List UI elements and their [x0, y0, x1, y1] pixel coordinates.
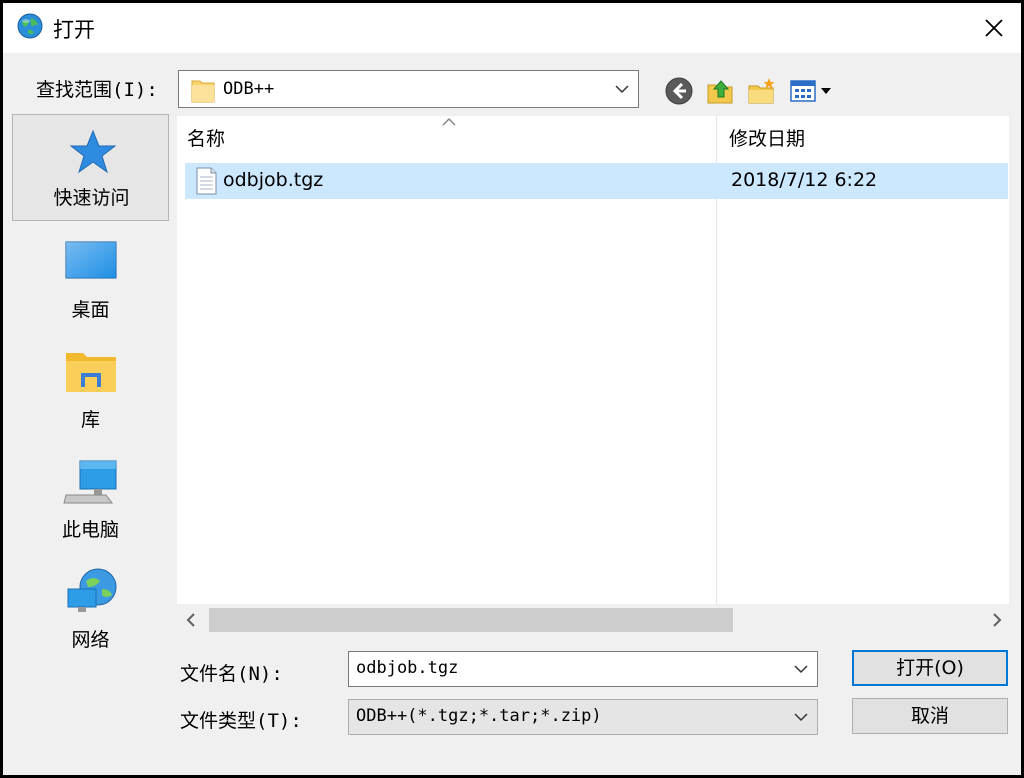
- place-label: 网络: [71, 629, 110, 651]
- file-type-select[interactable]: ODB++(*.tgz;*.tar;*.zip): [348, 699, 818, 735]
- scroll-left-icon[interactable]: [185, 612, 197, 628]
- file-modified-date: 2018/7/12 6:22: [731, 169, 878, 191]
- file-row[interactable]: odbjob.tgz 2018/7/12 6:22: [185, 163, 1008, 199]
- places-bar: 快速访问 桌面 库 此电脑 网络: [12, 114, 169, 651]
- place-label: 库: [80, 409, 100, 431]
- file-name-combo[interactable]: odbjob.tgz: [348, 651, 818, 687]
- file-icon: [196, 167, 217, 195]
- place-library[interactable]: 库: [12, 341, 169, 441]
- chevron-down-icon[interactable]: [793, 663, 809, 675]
- place-label: 快速访问: [53, 187, 130, 209]
- view-menu-icon[interactable]: [789, 75, 839, 107]
- place-label: 此电脑: [61, 519, 119, 541]
- file-type-value: ODB++(*.tgz;*.tar;*.zip): [356, 706, 602, 726]
- file-type-label: 文件类型(T):: [180, 710, 302, 732]
- open-button[interactable]: 打开(O): [852, 650, 1008, 686]
- library-icon: [66, 353, 116, 392]
- folder-icon: [191, 80, 215, 103]
- place-this-pc[interactable]: 此电脑: [12, 451, 169, 551]
- sort-ascending-icon: [442, 117, 456, 126]
- file-name-label: 文件名(N):: [180, 663, 283, 685]
- star-icon: [69, 129, 117, 174]
- up-folder-icon[interactable]: [704, 75, 736, 107]
- window-title: 打开: [53, 18, 95, 42]
- scrollbar-thumb[interactable]: [209, 608, 733, 632]
- chevron-down-icon: [615, 85, 629, 94]
- column-header-name[interactable]: 名称: [187, 124, 225, 151]
- open-file-dialog: 打开 查找范围(I): ODB++ 快速访问 桌面 库 此电脑 网络 名称 修改…: [3, 3, 1021, 775]
- look-in-combo[interactable]: ODB++: [178, 70, 639, 108]
- file-name: odbjob.tgz: [223, 169, 324, 191]
- horizontal-scrollbar[interactable]: [177, 604, 1009, 636]
- scroll-right-icon[interactable]: [991, 612, 1003, 628]
- network-icon: [67, 568, 117, 612]
- computer-icon: [63, 460, 117, 504]
- place-quick-access[interactable]: 快速访问: [12, 114, 169, 221]
- desktop-icon: [65, 241, 117, 279]
- back-icon[interactable]: [663, 75, 695, 107]
- column-header-date[interactable]: 修改日期: [729, 124, 805, 151]
- file-name-value[interactable]: odbjob.tgz: [356, 658, 458, 678]
- place-network[interactable]: 网络: [12, 561, 169, 661]
- title-bar: 打开: [3, 3, 1021, 53]
- close-icon[interactable]: [975, 9, 1013, 47]
- look-in-value: ODB++: [223, 79, 275, 99]
- new-folder-icon[interactable]: [746, 75, 778, 107]
- place-desktop[interactable]: 桌面: [12, 231, 169, 331]
- cancel-button[interactable]: 取消: [852, 698, 1008, 734]
- chevron-down-icon[interactable]: [793, 711, 809, 723]
- globe-app-icon: [17, 13, 43, 39]
- place-label: 桌面: [71, 299, 110, 321]
- look-in-label: 查找范围(I):: [36, 79, 158, 101]
- file-list[interactable]: 名称 修改日期 odbjob.tgz 2018/7/12 6:22: [177, 116, 1009, 636]
